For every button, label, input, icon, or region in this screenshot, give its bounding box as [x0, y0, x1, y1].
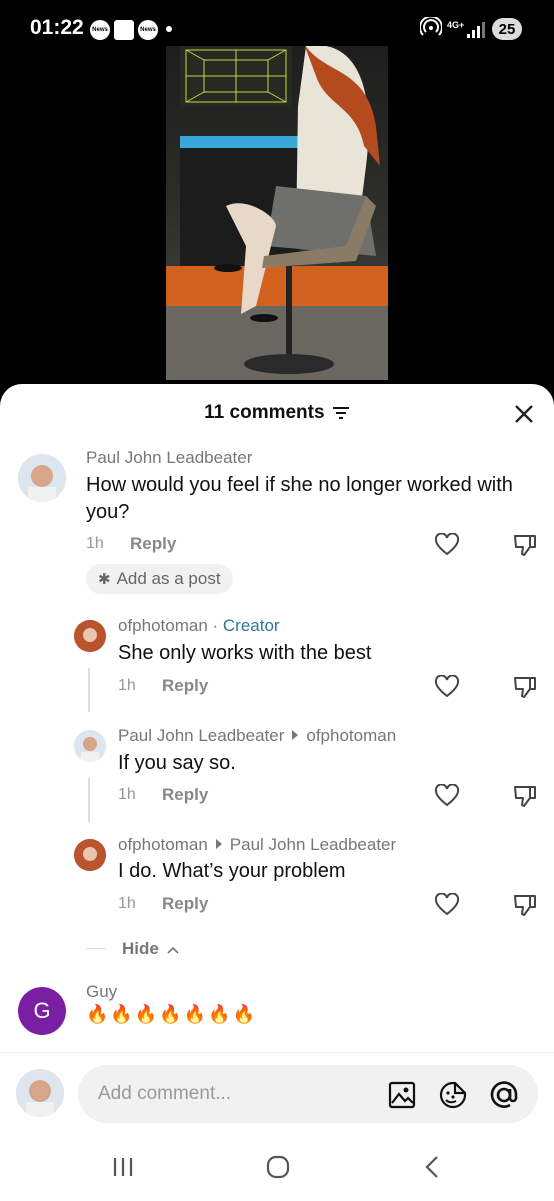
signal-icon	[467, 22, 485, 38]
calendar-icon	[114, 20, 134, 40]
news-notification-icon: News	[90, 20, 110, 40]
reply-button[interactable]: Reply	[130, 534, 176, 554]
status-dot	[166, 26, 172, 32]
back-icon[interactable]	[422, 1154, 442, 1180]
battery-indicator: 25	[492, 18, 522, 40]
dislike-icon[interactable]	[512, 533, 538, 557]
dislike-icon[interactable]	[512, 784, 538, 808]
reply-button[interactable]: Reply	[162, 894, 208, 914]
reply-time: 1h	[118, 895, 136, 912]
avatar[interactable]	[18, 454, 66, 502]
reply-button[interactable]: Reply	[162, 676, 208, 696]
divider	[86, 948, 106, 949]
comment-input-bar: Add comment...	[0, 1052, 554, 1201]
comment-time: 1h	[86, 535, 104, 552]
video-frame-image	[166, 46, 388, 380]
comment-input-placeholder: Add comment...	[98, 1083, 232, 1104]
reply-text: I do. What’s your problem	[118, 860, 346, 882]
heart-icon[interactable]	[434, 893, 460, 917]
avatar[interactable]	[74, 839, 106, 871]
news-notification-icon: News	[138, 20, 158, 40]
heart-icon[interactable]	[434, 784, 460, 808]
reply-author[interactable]: Paul John Leadbeater	[118, 726, 284, 745]
reply-time: 1h	[118, 677, 136, 694]
chevron-up-icon	[167, 946, 179, 954]
reply-author[interactable]: ofphotoman	[118, 616, 208, 635]
sort-filter-icon[interactable]	[332, 406, 350, 420]
reply-arrow-icon	[215, 839, 222, 849]
reply-button[interactable]: Reply	[162, 785, 208, 805]
reply-author-line: ofphotoman Paul John Leadbeater	[118, 835, 396, 855]
comments-header: 11 comments	[0, 402, 554, 424]
current-user-avatar[interactable]	[16, 1069, 64, 1117]
comment-text: How would you feel if she no longer work…	[86, 474, 513, 523]
avatar[interactable]: G	[18, 987, 66, 1035]
reply-author-line: Paul John Leadbeater ofphotoman	[118, 726, 396, 746]
image-icon[interactable]	[388, 1081, 416, 1109]
dislike-icon[interactable]	[512, 893, 538, 917]
mention-icon[interactable]	[488, 1079, 520, 1111]
reply-time: 1h	[118, 786, 136, 803]
reply-author[interactable]: ofphotoman	[118, 835, 208, 854]
recent-apps-icon[interactable]	[112, 1155, 134, 1179]
reply-author-line: ofphotoman · Creator	[118, 616, 280, 636]
comments-sheet: 11 comments Paul John Leadbeater How wou…	[0, 384, 554, 1201]
video-preview[interactable]	[166, 46, 388, 380]
avatar[interactable]	[74, 730, 106, 762]
comment-text: 🔥🔥🔥🔥🔥🔥🔥	[86, 1004, 257, 1024]
dislike-icon[interactable]	[512, 675, 538, 699]
hotspot-icon	[420, 17, 442, 36]
heart-icon[interactable]	[434, 675, 460, 699]
avatar[interactable]	[74, 620, 106, 652]
comment-author[interactable]: Guy	[86, 982, 117, 1002]
hide-replies-button[interactable]: Hide	[122, 939, 179, 959]
separator: ·	[207, 616, 223, 635]
thread-line	[88, 778, 90, 822]
sparkle-icon: ✱	[98, 571, 111, 588]
reply-text: She only works with the best	[118, 642, 372, 664]
hide-label: Hide	[122, 939, 159, 958]
creator-badge: Creator	[222, 616, 280, 635]
add-as-post-button[interactable]: ✱ Add as a post	[86, 564, 233, 594]
status-time: 01:22	[30, 16, 84, 39]
reply-text: If you say so.	[118, 752, 236, 774]
home-icon[interactable]	[265, 1154, 291, 1180]
network-type: 4G+	[447, 20, 465, 30]
comments-count-title: 11 comments	[204, 402, 325, 423]
heart-icon[interactable]	[434, 533, 460, 557]
reply-arrow-icon	[292, 730, 299, 740]
add-as-post-label: Add as a post	[116, 569, 221, 588]
emoji-icon[interactable]	[438, 1080, 468, 1110]
reply-to-user[interactable]: Paul John Leadbeater	[230, 835, 396, 854]
thread-line	[88, 668, 90, 712]
comment-input[interactable]: Add comment...	[78, 1065, 538, 1123]
comment-author[interactable]: Paul John Leadbeater	[86, 448, 252, 468]
close-icon[interactable]	[510, 400, 538, 428]
reply-to-user[interactable]: ofphotoman	[306, 726, 396, 745]
